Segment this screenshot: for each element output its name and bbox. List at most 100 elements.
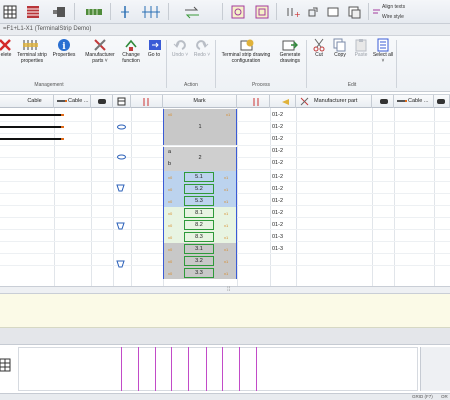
redo-button[interactable]: Redo ˅ xyxy=(190,52,214,58)
paste-icon xyxy=(354,38,368,52)
sheet-ref[interactable]: 01-2 xyxy=(272,124,283,130)
copy-button[interactable]: Copy xyxy=(330,52,350,58)
generate-drawings-button[interactable]: Generate drawings xyxy=(276,52,304,64)
symbol-edit-icon[interactable] xyxy=(254,3,270,20)
preview-canvas[interactable] xyxy=(18,347,418,391)
sheet-ref[interactable]: 01-2 xyxy=(272,148,283,154)
strip-marker xyxy=(138,347,139,391)
pin-label: x0 xyxy=(168,112,173,117)
mark-cell[interactable]: 8.2 xyxy=(184,220,214,230)
sheet-ref[interactable]: 01-2 xyxy=(272,160,283,166)
mark-cell[interactable]: 5.1 xyxy=(184,172,214,182)
sort-icon-2 xyxy=(253,98,259,106)
mark-cell[interactable]: 8.3 xyxy=(184,232,214,242)
go-to-button[interactable]: Go to xyxy=(145,52,163,58)
terminal-strip-drawing-configuration-button[interactable]: Terminal strip drawing configuration xyxy=(217,52,275,64)
mark-cell[interactable]: 3.3 xyxy=(184,268,214,278)
drawing-config-icon xyxy=(239,38,255,52)
paste-button[interactable]: Paste xyxy=(351,52,371,58)
delete-button[interactable]: elete xyxy=(0,52,12,58)
sheet-ref[interactable]: 01-2 xyxy=(272,186,283,192)
pin-label: x1 xyxy=(224,271,229,276)
cable-line[interactable] xyxy=(0,114,64,116)
multi-wire-icon[interactable] xyxy=(140,3,162,20)
mark-cell[interactable]: 5.2 xyxy=(184,184,214,194)
undo-button[interactable]: Undo ˅ xyxy=(168,52,192,58)
panel-splitter[interactable]: ⁞⁞ xyxy=(0,286,450,294)
select-all-icon xyxy=(376,38,390,52)
strip-marker xyxy=(239,347,240,391)
connector-eye-icon xyxy=(117,154,126,160)
sheet-ref[interactable]: 01-2 xyxy=(272,198,283,204)
bridge-icon xyxy=(116,260,125,268)
plug-icon[interactable] xyxy=(50,3,68,20)
manufacturer-parts-button[interactable]: Manufacturer parts ˅ xyxy=(82,52,118,64)
align-texts-icon[interactable] xyxy=(372,3,380,20)
cable-line[interactable] xyxy=(0,138,64,140)
pin-label: x1 xyxy=(224,223,229,228)
mark-cell[interactable]: 8.1 xyxy=(184,208,214,218)
details-panel xyxy=(0,294,450,328)
arrows-icon[interactable] xyxy=(182,3,202,20)
sheet-ref[interactable]: 01-2 xyxy=(272,174,283,180)
properties-button[interactable]: Properties xyxy=(49,52,79,58)
terminal-block-icon[interactable] xyxy=(24,3,42,20)
extra-header-icon xyxy=(437,99,445,104)
sheet-ref[interactable]: 01-2 xyxy=(272,210,283,216)
bridge-icon xyxy=(116,184,125,192)
tools-header-icon xyxy=(300,97,309,106)
sheet-ref[interactable]: 01-2 xyxy=(272,222,283,228)
mark-cell[interactable]: 2 xyxy=(163,155,237,161)
sheet-ref[interactable]: 01-2 xyxy=(272,136,283,142)
link-icon xyxy=(282,99,289,105)
cut-button[interactable]: Cut xyxy=(309,52,329,58)
drawing-preview xyxy=(0,344,450,394)
grid-status[interactable]: GRID (F7) xyxy=(412,394,433,399)
goto-icon xyxy=(148,38,162,52)
grid-icon[interactable] xyxy=(2,3,18,20)
delete-icon xyxy=(0,38,12,52)
wire-vertical-icon[interactable] xyxy=(118,3,132,20)
bridge-icon xyxy=(116,222,125,230)
sort-icon xyxy=(143,98,149,106)
sheet-ref[interactable]: 01-3 xyxy=(272,234,283,240)
pin-label: x0 xyxy=(168,259,173,264)
strip-marker xyxy=(206,347,207,391)
layers-icon[interactable] xyxy=(346,3,362,20)
mark-cell[interactable]: 3.1 xyxy=(184,244,214,254)
column-header-mark[interactable]: Mark xyxy=(163,95,237,108)
terminal-strip-grid: Cable Cable ... Mark Manufacturer part C… xyxy=(0,92,450,286)
select-all-button[interactable]: Select all ˅ xyxy=(372,52,394,64)
align-texts-button[interactable]: Align texts xyxy=(382,4,405,10)
sheet-ref[interactable]: 01-3 xyxy=(272,246,283,252)
sheet-ref[interactable]: 01-2 xyxy=(272,112,283,118)
symbol-select-icon[interactable] xyxy=(230,3,246,20)
terminal-strip-properties-button[interactable]: Terminal strip properties xyxy=(14,52,50,64)
resize-icon[interactable] xyxy=(306,3,320,20)
cable-line[interactable] xyxy=(0,126,64,128)
strip-marker xyxy=(155,347,156,391)
add-wire-icon[interactable]: + xyxy=(284,3,302,20)
pin-label: x0 xyxy=(168,199,173,204)
mark-cell[interactable]: 5.3 xyxy=(184,196,214,206)
mark-cell[interactable]: 1 xyxy=(163,124,237,130)
undo-icon xyxy=(173,38,187,52)
strip-marker xyxy=(188,347,189,391)
strip-marker xyxy=(256,347,257,391)
cable-header-icon xyxy=(57,100,67,102)
extra-status[interactable]: OR xyxy=(441,394,448,399)
connector-icon-2 xyxy=(380,99,388,104)
pin-label: x1 xyxy=(224,259,229,264)
wire-style-button[interactable]: Wire style xyxy=(382,14,404,20)
window-icon[interactable] xyxy=(326,3,340,20)
strip-marker xyxy=(121,347,122,391)
component-icon[interactable] xyxy=(84,3,104,20)
cut-icon xyxy=(312,38,326,52)
mark-cell[interactable]: 3.2 xyxy=(184,256,214,266)
change-function-button[interactable]: Change function xyxy=(118,52,144,64)
pin-label: x1 xyxy=(224,247,229,252)
info-icon: i xyxy=(57,38,71,52)
column-header-cable[interactable]: Cable xyxy=(0,95,54,108)
pin-label: x0 xyxy=(168,211,173,216)
connector-eye-icon xyxy=(117,124,126,130)
